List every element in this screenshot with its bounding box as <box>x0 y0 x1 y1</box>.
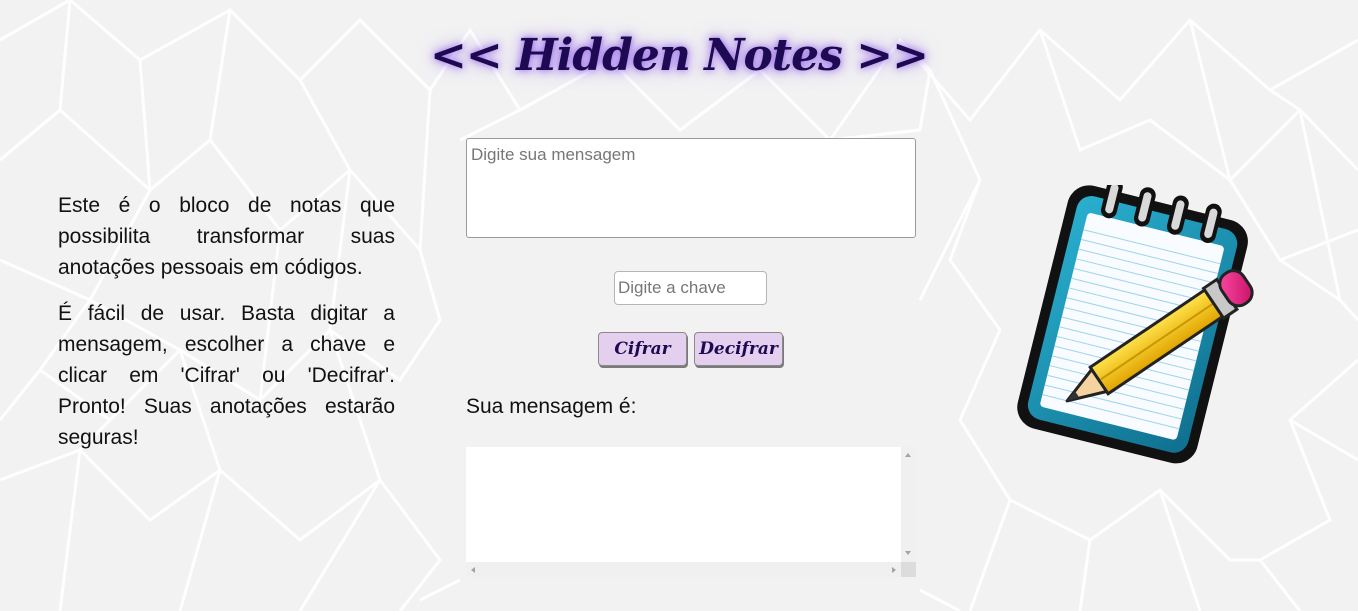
app-title: << Hidden Notes >> <box>430 30 929 81</box>
vertical-scrollbar[interactable] <box>901 447 916 562</box>
result-label: Sua mensagem é: <box>466 395 637 418</box>
message-input[interactable] <box>466 138 916 238</box>
scroll-down-arrow-icon[interactable] <box>905 551 911 555</box>
scroll-left-arrow-icon[interactable] <box>471 567 475 573</box>
scrollbar-corner <box>901 562 916 577</box>
intro-paragraph-1: Este é o bloco de notas que possibilita … <box>58 194 395 279</box>
horizontal-scrollbar[interactable] <box>466 562 901 577</box>
intro-text: Este é o bloco de notas que possibilita … <box>58 190 395 468</box>
scroll-up-arrow-icon[interactable] <box>905 453 911 457</box>
intro-paragraph-2: É fácil de usar. Basta digitar a mensage… <box>58 302 395 449</box>
result-output[interactable] <box>466 447 916 577</box>
scroll-right-arrow-icon[interactable] <box>892 567 896 573</box>
key-input[interactable] <box>614 271 767 305</box>
decipher-button[interactable]: Decifrar <box>694 332 783 366</box>
cipher-button[interactable]: Cifrar <box>598 332 687 366</box>
page: << Hidden Notes >> Este é o bloco de not… <box>0 0 1358 611</box>
notepad-pencil-icon <box>1017 185 1254 464</box>
